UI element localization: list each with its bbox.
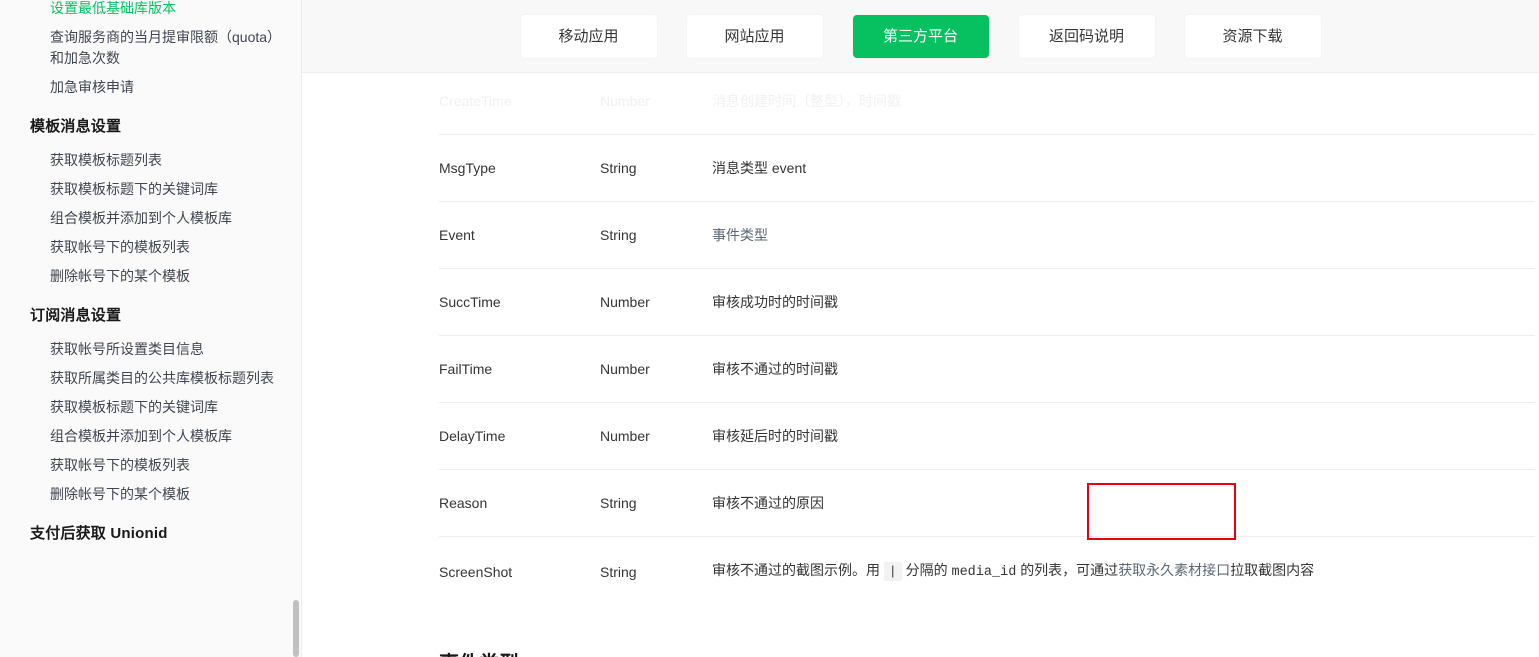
- sidebar-item-get-template-keywords-2[interactable]: 获取模板标题下的关键词库: [0, 393, 301, 422]
- sidebar[interactable]: 设置最低基础库版本 查询服务商的当月提审限额（quota）和加急次数 加急审核申…: [0, 0, 302, 657]
- media-id-token: media_id: [951, 565, 1017, 580]
- param-name: Reason: [439, 469, 600, 537]
- table-row: Reason String 审核不通过的原因: [439, 469, 1535, 537]
- section-heading-event-type: 事件类型: [439, 650, 1539, 657]
- param-name: MsgType: [439, 134, 600, 202]
- param-type: Number: [600, 67, 712, 135]
- param-desc: 审核不通过的时间戳: [712, 335, 1535, 403]
- tab-mobile-app[interactable]: 移动应用: [520, 14, 657, 58]
- sidebar-item-set-min-base-lib[interactable]: 设置最低基础库版本: [0, 0, 301, 23]
- sidebar-group-template-message: 模板消息设置: [30, 118, 122, 135]
- param-desc: 审核延后时的时间戳: [712, 402, 1535, 470]
- sidebar-group-subscribe-message: 订阅消息设置: [30, 307, 122, 324]
- param-name: ScreenShot: [439, 536, 600, 606]
- param-name: Event: [439, 201, 600, 269]
- table-row-screenshot: ScreenShot String 审核不通过的截图示例。用 | 分隔的 med…: [439, 536, 1535, 606]
- desc-text-4: 拉取截图内容: [1230, 562, 1315, 578]
- param-desc: 消息类型 event: [712, 134, 1535, 202]
- param-type: String: [600, 469, 712, 537]
- param-name: SuccTime: [439, 268, 600, 336]
- table-row: DelayTime Number 审核延后时的时间戳: [439, 402, 1535, 470]
- param-type: String: [600, 134, 712, 202]
- sidebar-item-get-account-templates-2[interactable]: 获取帐号下的模板列表: [0, 451, 301, 480]
- separator-code: |: [883, 562, 902, 581]
- table-row: MsgType String 消息类型 event: [439, 134, 1535, 202]
- tab-resource-download[interactable]: 资源下载: [1184, 14, 1321, 58]
- desc-text-1: 审核不通过的截图示例。用: [712, 562, 880, 578]
- desc-text-3: 的列表，可通过: [1020, 562, 1119, 578]
- sidebar-item-get-category-info[interactable]: 获取帐号所设置类目信息: [0, 335, 301, 364]
- sidebar-item-compose-template-2[interactable]: 组合模板并添加到个人模板库: [0, 422, 301, 451]
- sidebar-item-urgent-audit[interactable]: 加急审核申请: [0, 73, 301, 102]
- sidebar-item-query-quota[interactable]: 查询服务商的当月提审限额（quota）和加急次数: [0, 23, 301, 73]
- param-desc: 消息创建时间（整型），时间戳: [712, 67, 1535, 135]
- table-row: CreateTime Number 消息创建时间（整型），时间戳: [439, 67, 1535, 135]
- tab-website-app[interactable]: 网站应用: [686, 14, 823, 58]
- sidebar-item-get-template-titles[interactable]: 获取模板标题列表: [0, 146, 301, 175]
- sidebar-item-delete-account-template[interactable]: 删除帐号下的某个模板: [0, 262, 301, 291]
- tab-third-party-platform[interactable]: 第三方平台: [852, 14, 989, 58]
- param-type: Number: [600, 268, 712, 336]
- param-type: String: [600, 201, 712, 269]
- sidebar-group-unionid-after-pay: 支付后获取 Unionid: [30, 525, 168, 542]
- desc-text-2: 分隔的: [905, 562, 948, 578]
- parameter-table: FromUserName String 发送方帐号（一个 OpenID，此时发送…: [439, 0, 1535, 606]
- sidebar-item-get-public-template-titles[interactable]: 获取所属类目的公共库模板标题列表: [0, 364, 301, 393]
- permanent-material-api-link[interactable]: 获取永久素材接口: [1118, 562, 1230, 578]
- main-content: FromUserName String 发送方帐号（一个 OpenID，此时发送…: [302, 0, 1539, 657]
- table-row: Event String 事件类型: [439, 201, 1535, 269]
- param-type: String: [600, 536, 712, 606]
- param-desc: 审核成功时的时间戳: [712, 268, 1535, 336]
- param-desc: 审核不通过的原因: [712, 469, 1535, 537]
- sidebar-item-compose-template[interactable]: 组合模板并添加到个人模板库: [0, 204, 301, 233]
- param-desc: 事件类型: [712, 201, 1535, 269]
- sidebar-item-get-template-keywords[interactable]: 获取模板标题下的关键词库: [0, 175, 301, 204]
- event-type-link[interactable]: 事件类型: [712, 227, 768, 243]
- top-navigation-bar: 移动应用 网站应用 第三方平台 返回码说明 资源下载: [302, 0, 1539, 73]
- param-type: Number: [600, 335, 712, 403]
- table-row: SuccTime Number 审核成功时的时间戳: [439, 268, 1535, 336]
- sidebar-scrollbar[interactable]: [293, 0, 300, 657]
- param-desc: 审核不通过的截图示例。用 | 分隔的 media_id 的列表，可通过获取永久素…: [712, 536, 1535, 606]
- param-name: CreateTime: [439, 67, 600, 135]
- param-name: FailTime: [439, 335, 600, 403]
- sidebar-item-get-account-templates[interactable]: 获取帐号下的模板列表: [0, 233, 301, 262]
- tab-return-code-doc[interactable]: 返回码说明: [1018, 14, 1155, 58]
- table-row: FailTime Number 审核不通过的时间戳: [439, 335, 1535, 403]
- sidebar-scrollbar-thumb[interactable]: [293, 600, 299, 657]
- sidebar-nav-list: 设置最低基础库版本 查询服务商的当月提审限额（quota）和加急次数 加急审核申…: [0, 0, 301, 553]
- param-name: DelayTime: [439, 402, 600, 470]
- document-body: FromUserName String 发送方帐号（一个 OpenID，此时发送…: [302, 0, 1539, 657]
- page-root: 设置最低基础库版本 查询服务商的当月提审限额（quota）和加急次数 加急审核申…: [0, 0, 1539, 657]
- param-type: Number: [600, 402, 712, 470]
- sidebar-item-delete-account-template-2[interactable]: 删除帐号下的某个模板: [0, 480, 301, 509]
